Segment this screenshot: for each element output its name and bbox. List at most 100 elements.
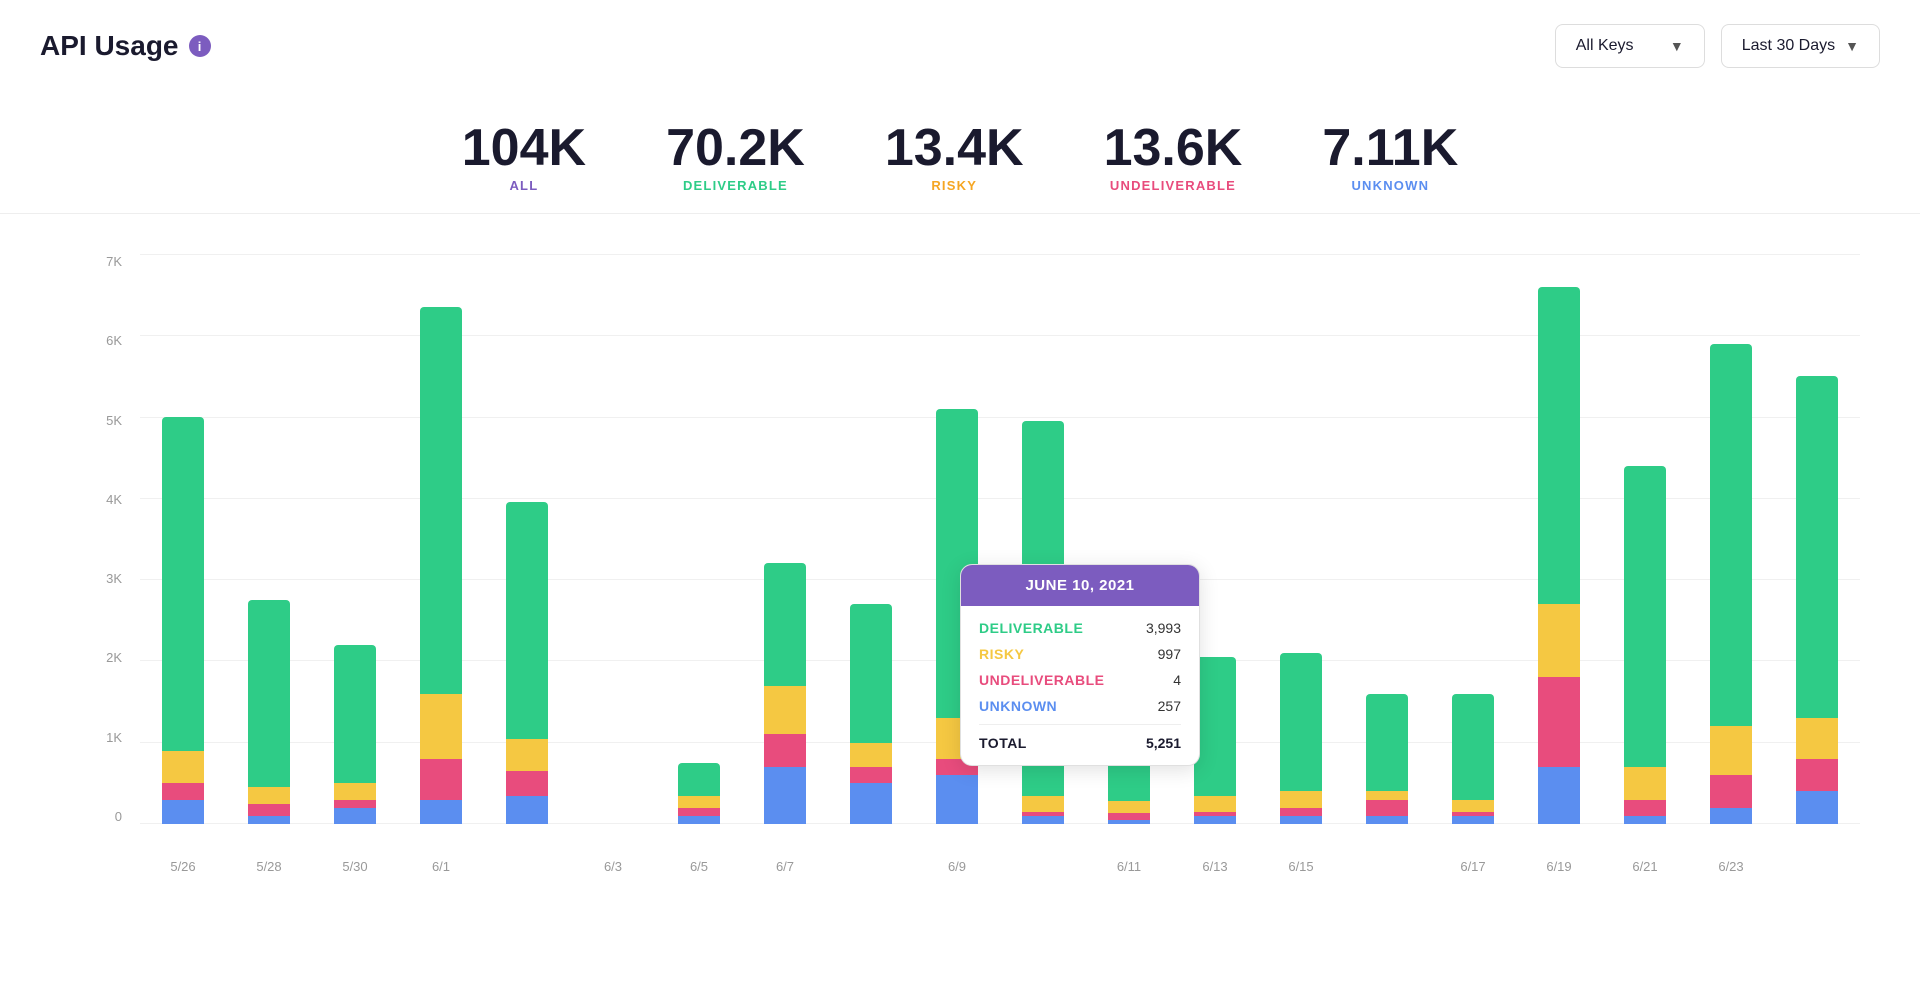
stat-deliverable[interactable]: 70.2K DELIVERABLE xyxy=(666,122,805,193)
bar-segment xyxy=(1624,466,1666,767)
bar-stack xyxy=(678,763,720,824)
tooltip-row: UNKNOWN 257 xyxy=(979,698,1181,714)
x-axis-label: 6/21 xyxy=(1602,859,1688,874)
stat-all[interactable]: 104K ALL xyxy=(462,122,586,193)
bar-stack xyxy=(1796,376,1838,824)
bar-segment xyxy=(1624,767,1666,800)
bar-group[interactable] xyxy=(312,254,398,824)
bar-segment xyxy=(248,804,290,816)
x-axis-label: 6/3 xyxy=(570,859,656,874)
stat-undeliverable[interactable]: 13.6K UNDELIVERABLE xyxy=(1104,122,1243,193)
bar-segment xyxy=(678,816,720,824)
stats-row: 104K ALL 70.2K DELIVERABLE 13.4K RISKY 1… xyxy=(0,92,1920,214)
bar-stack xyxy=(1538,287,1580,824)
bar-segment xyxy=(1366,800,1408,816)
bar-segment xyxy=(1796,376,1838,718)
bar-stack xyxy=(1710,344,1752,824)
bar-stack xyxy=(1624,466,1666,824)
x-axis-label: 6/1 xyxy=(398,859,484,874)
bar-segment xyxy=(1280,816,1322,824)
bar-group[interactable] xyxy=(742,254,828,824)
bar-group[interactable] xyxy=(1516,254,1602,824)
bar-segment xyxy=(1796,791,1838,824)
period-filter-label: Last 30 Days xyxy=(1742,37,1835,55)
bar-group[interactable] xyxy=(1602,254,1688,824)
bar-group[interactable] xyxy=(1688,254,1774,824)
bar-segment xyxy=(162,417,204,751)
stat-label-all: ALL xyxy=(509,178,538,193)
x-axis-label: 5/28 xyxy=(226,859,312,874)
bar-group[interactable] xyxy=(226,254,312,824)
bar-segment xyxy=(1366,791,1408,799)
stat-unknown[interactable]: 7.11K UNKNOWN xyxy=(1322,122,1458,193)
bar-stack xyxy=(420,307,462,824)
filter-group: All Keys ▼ Last 30 Days ▼ xyxy=(1555,24,1880,68)
bar-segment xyxy=(248,600,290,787)
stat-label-deliverable: DELIVERABLE xyxy=(683,178,788,193)
bar-group[interactable] xyxy=(570,254,656,824)
bar-segment xyxy=(1452,800,1494,812)
stat-label-risky: RISKY xyxy=(931,178,977,193)
bar-segment xyxy=(506,502,548,738)
bar-segment xyxy=(1710,808,1752,824)
stat-number-risky: 13.4K xyxy=(885,122,1024,174)
bar-segment xyxy=(678,796,720,808)
bar-segment xyxy=(1796,759,1838,792)
y-axis-label: 2K xyxy=(80,650,130,665)
tooltip-row: RISKY 997 xyxy=(979,646,1181,662)
stat-number-undeliverable: 13.6K xyxy=(1104,122,1243,174)
bar-segment xyxy=(1108,820,1150,824)
bar-segment xyxy=(764,734,806,767)
page-title: API Usage xyxy=(40,30,179,62)
bar-segment xyxy=(1194,657,1236,795)
bar-segment xyxy=(162,783,204,799)
y-axis-label: 3K xyxy=(80,571,130,586)
bar-group[interactable] xyxy=(1258,254,1344,824)
bar-segment xyxy=(1538,604,1580,677)
stat-risky[interactable]: 13.4K RISKY xyxy=(885,122,1024,193)
stat-label-undeliverable: UNDELIVERABLE xyxy=(1110,178,1236,193)
bar-segment xyxy=(1022,796,1064,812)
bar-segment xyxy=(334,800,376,808)
bar-segment xyxy=(1796,718,1838,759)
y-axis-label: 5K xyxy=(80,413,130,428)
y-axis-label: 6K xyxy=(80,333,130,348)
bar-segment xyxy=(678,763,720,796)
header: API Usage i All Keys ▼ Last 30 Days ▼ xyxy=(0,0,1920,92)
bar-segment xyxy=(1194,816,1236,824)
x-axis-label: 6/23 xyxy=(1688,859,1774,874)
bar-segment xyxy=(850,783,892,824)
bar-group[interactable] xyxy=(656,254,742,824)
bar-group[interactable] xyxy=(140,254,226,824)
bar-group[interactable] xyxy=(1344,254,1430,824)
bar-segment xyxy=(1710,726,1752,775)
y-axis-label: 0 xyxy=(80,809,130,824)
bar-segment xyxy=(420,307,462,694)
x-axis-label: 6/13 xyxy=(1172,859,1258,874)
bar-group[interactable] xyxy=(484,254,570,824)
bar-group[interactable] xyxy=(398,254,484,824)
bar-stack xyxy=(248,600,290,824)
info-icon[interactable]: i xyxy=(189,35,211,57)
bar-segment xyxy=(506,796,548,824)
bar-segment xyxy=(420,800,462,824)
chart-container: 01K2K3K4K5K6K7K 5/265/285/306/16/36/56/7… xyxy=(80,254,1860,874)
bar-segment xyxy=(1452,694,1494,800)
bar-segment xyxy=(850,743,892,767)
stat-label-unknown: UNKNOWN xyxy=(1351,178,1429,193)
tooltip-total-value: 5,251 xyxy=(1146,735,1181,751)
x-axis-label: 6/7 xyxy=(742,859,828,874)
bar-stack xyxy=(334,645,376,824)
bar-segment xyxy=(764,563,806,685)
bar-group[interactable] xyxy=(828,254,914,824)
tooltip-key: UNDELIVERABLE xyxy=(979,672,1105,688)
period-filter-button[interactable]: Last 30 Days ▼ xyxy=(1721,24,1880,68)
bar-segment xyxy=(1624,816,1666,824)
bar-group[interactable] xyxy=(1430,254,1516,824)
bar-segment xyxy=(420,759,462,800)
bar-segment xyxy=(764,767,806,824)
bar-group[interactable] xyxy=(1774,254,1860,824)
tooltip-row: DELIVERABLE 3,993 xyxy=(979,620,1181,636)
bar-segment xyxy=(1108,801,1150,813)
keys-filter-button[interactable]: All Keys ▼ xyxy=(1555,24,1705,68)
